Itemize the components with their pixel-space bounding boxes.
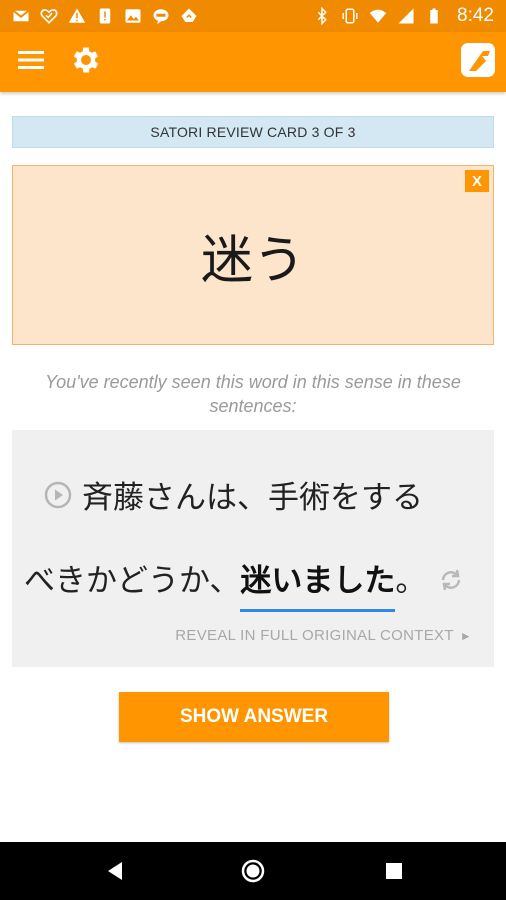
menu-icon (17, 48, 45, 76)
bluetooth-icon (313, 7, 331, 25)
show-answer-button[interactable]: SHOW ANSWER (119, 692, 389, 742)
sentence-line-1: 斉藤さんは、手術をする (44, 472, 423, 517)
play-audio-icon[interactable] (44, 481, 72, 509)
signal-icon (397, 7, 415, 25)
close-card-button[interactable]: X (465, 170, 489, 192)
satori-logo-icon (460, 42, 496, 82)
loop-icon[interactable] (438, 565, 464, 591)
gmail-icon (12, 7, 30, 25)
sim-icon (96, 7, 114, 25)
example-sentence-panel: 斉藤さんは、手術をする べきかどうか、 迷いました 。 REVEAL IN FU… (12, 430, 494, 667)
recent-apps-icon[interactable] (382, 859, 406, 883)
navigation-bar (0, 842, 506, 900)
vibrate-icon (341, 7, 359, 25)
notification-icons (12, 7, 198, 25)
feedly-icon (180, 7, 198, 25)
app-toolbar (0, 32, 506, 92)
system-icons: 8:42 (313, 5, 494, 27)
settings-icon (69, 43, 103, 81)
sentence-text-1: 斉藤さんは、手術をする (82, 480, 423, 516)
battery-icon (425, 7, 443, 25)
play-arrow-icon: ► (459, 628, 472, 643)
sentence-text-2: べきかどうか、 (24, 563, 241, 599)
sentence-line-2: べきかどうか、 迷いました 。 (24, 555, 464, 612)
heart-icon (40, 7, 58, 25)
settings-button[interactable] (68, 44, 104, 80)
card-word: 迷う (200, 230, 305, 291)
sentence-punctuation: 。 (395, 563, 427, 599)
reveal-context-link[interactable]: REVEAL IN FULL ORIGINAL CONTEXT ► (175, 627, 472, 644)
menu-button[interactable] (13, 44, 49, 80)
back-icon[interactable] (104, 859, 128, 883)
line-chat-icon (152, 7, 170, 25)
reveal-context-label: REVEAL IN FULL ORIGINAL CONTEXT (175, 627, 454, 644)
context-hint: You've recently seen this word in this s… (45, 372, 461, 416)
satori-logo-button[interactable] (460, 42, 496, 82)
status-time: 8:42 (457, 5, 494, 26)
review-card: 迷う X (12, 165, 494, 345)
target-underline (240, 609, 396, 612)
wifi-icon (369, 7, 387, 25)
target-word[interactable]: 迷いました (240, 555, 396, 612)
review-card-counter: SATORI REVIEW CARD 3 OF 3 (12, 116, 494, 148)
home-icon[interactable] (241, 859, 265, 883)
warning-icon (68, 7, 86, 25)
image-icon (124, 7, 142, 25)
status-bar: 8:42 (0, 0, 506, 32)
target-word-text: 迷いました (240, 563, 396, 599)
